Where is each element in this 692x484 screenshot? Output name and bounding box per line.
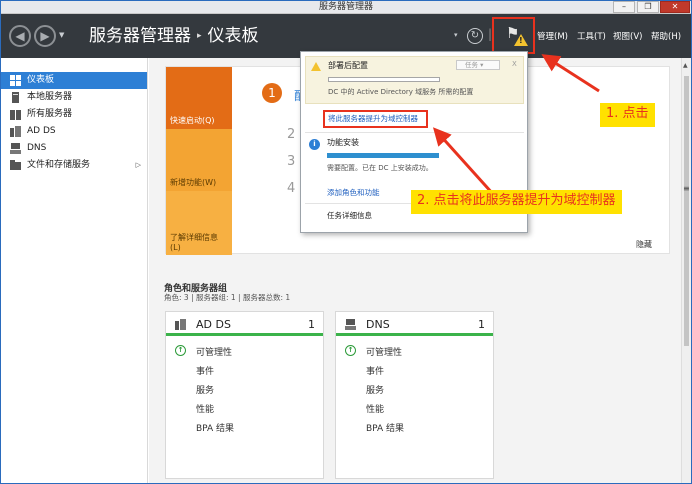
- card-row-manageability[interactable]: 可管理性: [366, 345, 402, 358]
- sidebar-item-label: AD DS: [27, 126, 56, 136]
- dismiss-button[interactable]: X: [512, 60, 517, 68]
- step-number-badge: 1: [262, 83, 282, 103]
- card-row-events[interactable]: 事件: [366, 364, 384, 377]
- step-number: 4: [287, 181, 296, 196]
- refresh-dropdown-icon[interactable]: ▾: [454, 31, 458, 39]
- page-title: 服务器管理器 ▸ 仪表板: [89, 24, 259, 48]
- app-title[interactable]: 服务器管理器: [89, 26, 191, 46]
- sidebar-item-label: 本地服务器: [27, 92, 73, 102]
- tile-label: 快速启动(Q): [170, 116, 215, 125]
- warning-icon: [311, 62, 321, 71]
- card-row-bpa[interactable]: BPA 结果: [196, 421, 234, 434]
- role-card-header[interactable]: DNS 1: [336, 312, 493, 336]
- tile-label: 了解详细信息(L): [170, 233, 218, 252]
- scroll-grip-icon: ≡: [683, 184, 690, 193]
- menu-help[interactable]: 帮助(H): [651, 30, 681, 42]
- expand-arrow-icon[interactable]: ▷: [136, 157, 141, 174]
- role-card-ad-ds[interactable]: AD DS 1 ↑ 可管理性 事件 服务 性能 BPA 结果: [165, 311, 324, 479]
- role-card-name: AD DS: [196, 318, 231, 331]
- step-number: 3: [287, 154, 296, 169]
- card-row-services[interactable]: 服务: [366, 383, 384, 396]
- role-card-header[interactable]: AD DS 1: [166, 312, 323, 336]
- progress-bar-complete: [327, 153, 439, 158]
- minimize-button[interactable]: –: [613, 1, 635, 13]
- step-number: 2: [287, 127, 296, 142]
- ad-ds-icon: [10, 126, 21, 137]
- tile-label: 新增功能(W): [170, 178, 217, 187]
- role-card-count: 1: [308, 318, 315, 331]
- hide-link[interactable]: 隐藏: [636, 239, 652, 250]
- menu-manage[interactable]: 管理(M): [537, 30, 568, 42]
- tile-learn-more[interactable]: 了解详细信息(L): [166, 191, 232, 255]
- refresh-icon[interactable]: ↻: [467, 28, 483, 44]
- dns-icon: [345, 319, 356, 330]
- promote-to-dc-link[interactable]: 将此服务器提升为域控制器: [323, 110, 428, 128]
- roles-section-subtitle: 角色: 3 | 服务器组: 1 | 服务器总数: 1: [164, 293, 291, 302]
- servers-icon: [10, 110, 21, 120]
- server-manager-window: 服务器管理器 – ❐ ✕ ◀ ▶ ▼ 服务器管理器 ▸ 仪表板 ▾ ↻ | ⚑ ! …: [0, 0, 692, 484]
- back-button[interactable]: ◀: [9, 25, 31, 47]
- role-card-count: 1: [478, 318, 485, 331]
- sidebar-item-label: DNS: [27, 143, 47, 153]
- notifications-flag-button[interactable]: ⚑ !: [492, 17, 535, 54]
- ad-ds-icon: [175, 319, 186, 330]
- window-title: 服务器管理器: [318, 2, 373, 12]
- post-deployment-description: DC 中的 Active Directory 域服务 所需的配置: [328, 88, 474, 96]
- sidebar-item-local-server[interactable]: 本地服务器: [1, 89, 147, 106]
- sidebar-item-label: 文件和存储服务: [27, 160, 91, 170]
- post-deployment-section: 部署后配置 任务 ▾ X DC 中的 Active Directory 域服务 …: [305, 56, 524, 104]
- feature-installation-title: 功能安装: [327, 138, 359, 147]
- feature-installation-description: 需要配置。已在 DC 上安装成功。: [327, 164, 433, 172]
- role-card-dns[interactable]: DNS 1 ↑ 可管理性 事件 服务 性能 BPA 结果: [335, 311, 494, 479]
- task-dropdown[interactable]: 任务 ▾: [456, 60, 500, 70]
- breadcrumb-page: 仪表板: [207, 26, 259, 46]
- storage-icon: [10, 160, 21, 170]
- history-dropdown-icon[interactable]: ▼: [59, 31, 64, 39]
- add-roles-features-link[interactable]: 添加角色和功能: [327, 187, 380, 198]
- tile-whats-new[interactable]: 新增功能(W): [166, 129, 232, 191]
- card-row-performance[interactable]: 性能: [366, 402, 384, 415]
- sidebar-item-all-servers[interactable]: 所有服务器: [1, 106, 147, 123]
- card-row-performance[interactable]: 性能: [196, 402, 214, 415]
- card-row-manageability[interactable]: 可管理性: [196, 345, 232, 358]
- feature-installation-section: i 功能安装 需要配置。已在 DC 上安装成功。: [305, 132, 524, 178]
- role-card-name: DNS: [366, 318, 390, 331]
- status-ok-icon: ↑: [175, 345, 186, 356]
- sidebar-item-dns[interactable]: DNS: [1, 140, 147, 157]
- sidebar-item-label: 仪表板: [27, 75, 55, 85]
- warning-icon: !: [514, 34, 528, 46]
- card-row-events[interactable]: 事件: [196, 364, 214, 377]
- vertical-scrollbar[interactable]: ▲ ≡: [681, 58, 691, 483]
- sidebar: 仪表板 本地服务器 所有服务器 AD DS DNS 文件和存储服务 ▷: [1, 58, 148, 483]
- menu-view[interactable]: 视图(V): [613, 30, 642, 42]
- restore-button[interactable]: ❐: [637, 1, 659, 13]
- dns-icon: [10, 143, 21, 154]
- server-icon: [12, 92, 19, 103]
- task-dropdown-label: 任务: [465, 61, 478, 69]
- card-row-services[interactable]: 服务: [196, 383, 214, 396]
- info-icon: i: [309, 139, 320, 150]
- forward-button[interactable]: ▶: [34, 25, 56, 47]
- status-ok-icon: ↑: [345, 345, 356, 356]
- annotation-step-2: 2. 点击将此服务器提升为域控制器: [411, 190, 622, 214]
- sidebar-item-ad-ds[interactable]: AD DS: [1, 123, 147, 140]
- annotation-step-1: 1. 点击: [600, 103, 655, 127]
- post-deployment-title: 部署后配置: [328, 61, 368, 70]
- sidebar-item-file-storage[interactable]: 文件和存储服务 ▷: [1, 157, 147, 174]
- breadcrumb-separator-icon: ▸: [197, 31, 202, 41]
- title-bar: 服务器管理器 – ❐ ✕: [1, 1, 691, 14]
- scroll-up-icon[interactable]: ▲: [683, 62, 688, 69]
- scrollbar-thumb[interactable]: [684, 76, 689, 346]
- sidebar-item-dashboard[interactable]: 仪表板: [1, 72, 147, 89]
- sidebar-item-label: 所有服务器: [27, 109, 73, 119]
- task-details-link[interactable]: 任务详细信息: [327, 210, 372, 221]
- progress-bar: [328, 77, 440, 82]
- tile-quick-start[interactable]: 快速启动(Q): [166, 67, 232, 129]
- menu-tools[interactable]: 工具(T): [577, 30, 606, 42]
- card-row-bpa[interactable]: BPA 结果: [366, 421, 404, 434]
- dashboard-grid-icon: [10, 75, 21, 86]
- close-button[interactable]: ✕: [660, 1, 690, 13]
